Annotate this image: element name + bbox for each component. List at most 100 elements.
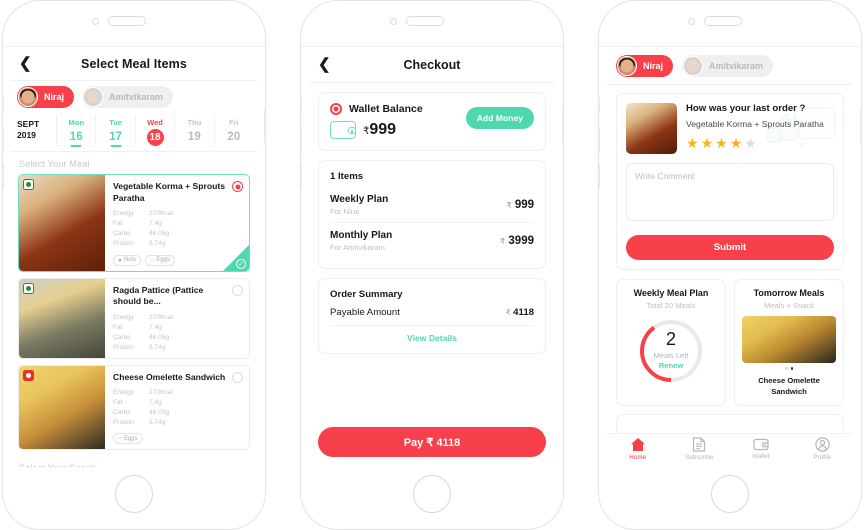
tab-wallet[interactable]: Wallet bbox=[730, 434, 792, 467]
day-item-thu[interactable]: Thu 19 bbox=[175, 115, 215, 147]
nutrition-value: 270Kcal bbox=[149, 313, 173, 321]
phone-earpiece-area bbox=[599, 1, 861, 47]
order-summary-card: Order Summary Payable Amount ₹ 4118 View… bbox=[318, 278, 546, 354]
carousel-dot-1[interactable] bbox=[785, 367, 788, 370]
power-button bbox=[562, 109, 563, 143]
day-name: Mon bbox=[68, 118, 84, 127]
weekly-meal-plan-card[interactable]: Weekly Meal Plan Total 20 Meals 2 Meals … bbox=[616, 279, 726, 407]
comment-input[interactable] bbox=[626, 163, 834, 221]
phone-checkout: ❮ Checkout Wallet Balance ₹999 Add Money bbox=[300, 0, 564, 530]
tab-label: Wallet bbox=[751, 453, 770, 460]
date-selector: SEPT 2019 Mon 16 Tue 17 Wed 18 Thu 19 Fr… bbox=[11, 112, 257, 153]
nutrition-key: Carbs bbox=[113, 230, 131, 238]
feedback-content: How was your last order ? Vegetable Korm… bbox=[626, 103, 834, 154]
renew-link[interactable]: Renew bbox=[637, 361, 705, 370]
home-button[interactable] bbox=[413, 475, 451, 513]
payable-amount-value: ₹ 4118 bbox=[506, 307, 534, 318]
meal-card[interactable]: Cheese Omelette Sandwich Energy 270Kcal F… bbox=[18, 364, 250, 451]
user-pill-amitvikaram[interactable]: Amitvikaram bbox=[682, 55, 774, 77]
meal-thumbnail bbox=[19, 365, 105, 450]
rating-stars[interactable]: ★ ★ ★ ★ ★ bbox=[686, 136, 834, 150]
earpiece-speaker-icon bbox=[406, 16, 444, 26]
user-pill-niraj[interactable]: Niraj bbox=[17, 86, 75, 108]
day-number: 19 bbox=[188, 131, 201, 143]
star-2-icon[interactable]: ★ bbox=[701, 136, 714, 150]
home-button[interactable] bbox=[115, 475, 153, 513]
earpiece-speaker-icon bbox=[704, 16, 742, 26]
items-card: 1 Items Weekly Plan For Niraj ₹ 999 Mont… bbox=[318, 160, 546, 269]
add-money-button[interactable]: Add Money bbox=[465, 107, 534, 129]
star-1-icon[interactable]: ★ bbox=[686, 136, 699, 150]
phone1-chin bbox=[3, 467, 265, 529]
carousel-dot-2[interactable] bbox=[790, 367, 793, 370]
tomorrow-meal-image bbox=[742, 316, 836, 363]
plan-for: For Amitvikaram bbox=[330, 243, 385, 252]
veg-marker-icon bbox=[23, 282, 34, 294]
day-item-tue[interactable]: Tue 17 bbox=[96, 115, 136, 147]
nutrition-key: Fat bbox=[113, 399, 123, 407]
user-pill-amitvikaram[interactable]: Amitvikaram bbox=[82, 86, 174, 108]
plan-price-value: 3999 bbox=[508, 235, 534, 247]
volume-up-button bbox=[3, 127, 4, 153]
pay-button[interactable]: Pay ₹ 4118 bbox=[318, 427, 546, 457]
plan-price: ₹ 999 bbox=[507, 199, 534, 211]
day-name: Wed bbox=[147, 118, 163, 127]
meal-card[interactable]: Vegetable Korma + Sprouts Paratha Energy… bbox=[18, 174, 250, 272]
radio-selected-icon[interactable] bbox=[330, 103, 342, 115]
allergen-tag-eggs: ○ Eggs bbox=[113, 433, 143, 445]
tab-home[interactable]: Home bbox=[607, 434, 669, 467]
page-title: Checkout bbox=[403, 57, 461, 72]
day-number: 18 bbox=[146, 129, 164, 146]
allergen-tag-nuts: ● Nuts bbox=[113, 254, 142, 266]
star-5-icon[interactable]: ★ bbox=[744, 136, 757, 150]
gauge-center: 2 Meals Left Renew bbox=[637, 330, 705, 370]
home-button[interactable] bbox=[711, 475, 749, 513]
tomorrow-meal-name: Cheese Omelette Sandwich bbox=[758, 375, 820, 396]
star-3-icon[interactable]: ★ bbox=[715, 136, 728, 150]
day-item-mon[interactable]: Mon 16 bbox=[57, 115, 97, 147]
star-4-icon[interactable]: ★ bbox=[730, 136, 743, 150]
user-name: Amitvikaram bbox=[109, 92, 164, 102]
nutrition-key: Carbs bbox=[113, 333, 131, 341]
view-details-link[interactable]: View Details bbox=[330, 326, 534, 343]
wallet-amount-row: ₹999 Add Money bbox=[330, 107, 534, 140]
nutrition-value: 46.05g bbox=[149, 230, 170, 238]
plan-row[interactable]: Monthly Plan For Amitvikaram ₹ 3999 bbox=[330, 222, 534, 258]
nutrition-value: 5.74g bbox=[149, 240, 166, 248]
user-pill-niraj[interactable]: Niraj bbox=[616, 55, 674, 77]
day-item-fri[interactable]: Fri 20 bbox=[215, 115, 253, 146]
plan-name: Weekly Plan bbox=[330, 194, 389, 205]
volume-down-button bbox=[301, 163, 302, 189]
meal-name: Cheese Omelette Sandwich bbox=[113, 371, 226, 382]
mute-switch bbox=[599, 97, 600, 113]
plan-row[interactable]: Weekly Plan For Niraj ₹ 999 bbox=[330, 190, 534, 222]
nut-icon: ● bbox=[118, 256, 122, 264]
carousel-dots[interactable] bbox=[741, 367, 837, 370]
tab-subscribe[interactable]: Subscribe bbox=[669, 434, 731, 467]
phone2-body: Wallet Balance ₹999 Add Money 1 Items We… bbox=[309, 83, 555, 354]
wallet-amount: ₹999 bbox=[363, 121, 396, 139]
meal-select-radio[interactable] bbox=[232, 371, 243, 383]
power-button bbox=[860, 109, 861, 143]
front-camera-icon bbox=[390, 18, 397, 25]
summary-cards: Weekly Meal Plan Total 20 Meals 2 Meals … bbox=[616, 279, 844, 407]
document-icon bbox=[693, 437, 706, 452]
tomorrow-meals-card[interactable]: Tomorrow Meals Meals + Snack Cheese Omel… bbox=[734, 279, 844, 407]
meals-left-gauge: 2 Meals Left Renew bbox=[637, 317, 705, 385]
next-card-peek bbox=[616, 414, 844, 435]
year-label: 2019 bbox=[17, 130, 36, 141]
tomorrow-meals-subtitle: Meals + Snack bbox=[763, 301, 815, 310]
front-camera-icon bbox=[92, 18, 99, 25]
nutrition-key: Energy bbox=[113, 389, 134, 397]
tag-label: Eggs bbox=[123, 435, 138, 442]
tab-profile[interactable]: Profile bbox=[792, 434, 854, 467]
nutrition-table: Energy 270Kcal Fat 7.4g Carbs 46.05g Protei… bbox=[113, 313, 242, 353]
phone1-screen: ❮ Select Meal Items Niraj Amitvikaram SE… bbox=[11, 47, 257, 467]
day-item-wed-selected[interactable]: Wed 18 bbox=[136, 115, 176, 147]
meal-select-radio[interactable] bbox=[232, 284, 243, 296]
wallet-amount-value: 999 bbox=[369, 120, 397, 138]
submit-button[interactable]: Submit bbox=[626, 235, 834, 260]
meal-card[interactable]: Ragda Pattice (Pattice should be... Ener… bbox=[18, 277, 250, 359]
phone2-chin bbox=[301, 467, 563, 529]
plan-price-value: 999 bbox=[514, 199, 534, 211]
